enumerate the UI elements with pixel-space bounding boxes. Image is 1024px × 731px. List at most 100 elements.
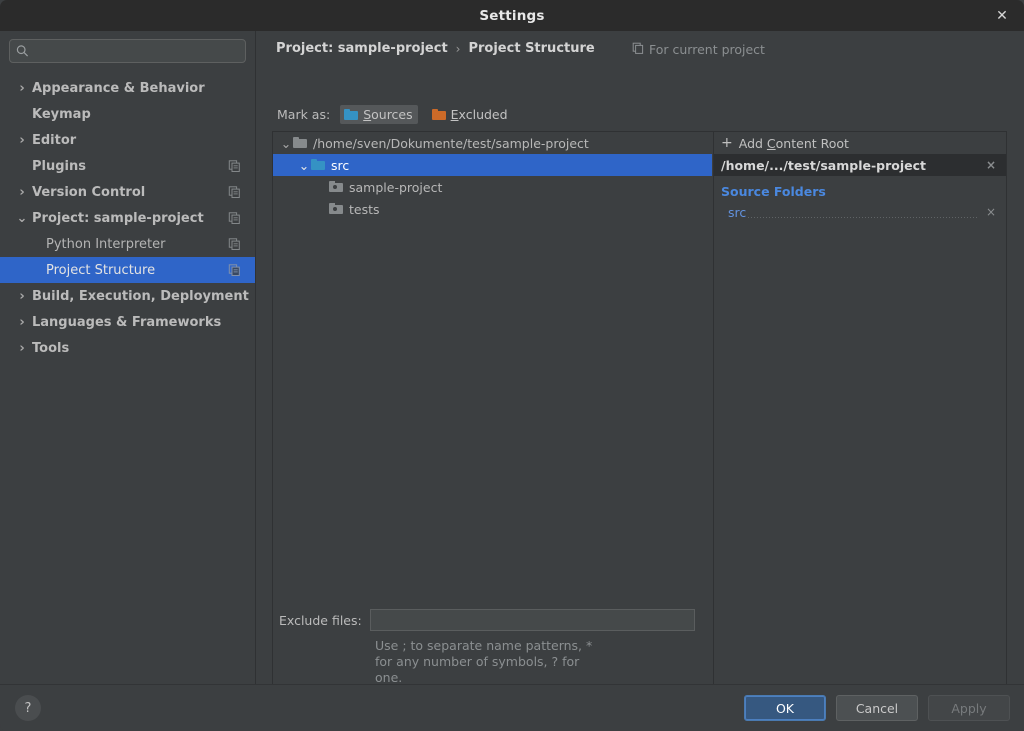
- remove-content-root-icon[interactable]: ×: [985, 159, 997, 171]
- content-root-path: /home/.../test/sample-project: [721, 158, 926, 173]
- mark-as-excluded-label: Excluded: [451, 107, 508, 122]
- sidebar-item-editor[interactable]: › Editor: [0, 127, 255, 153]
- title-bar: Settings ✕: [0, 0, 1024, 31]
- close-icon[interactable]: ✕: [993, 7, 1011, 25]
- apply-button[interactable]: Apply: [928, 695, 1010, 721]
- sidebar-item-appearance-behavior[interactable]: › Appearance & Behavior: [0, 75, 255, 101]
- sidebar-item-label: Project: sample-project: [32, 211, 204, 226]
- sidebar-item-label: Build, Execution, Deployment: [32, 289, 249, 304]
- sidebar-item-label: Languages & Frameworks: [32, 315, 221, 330]
- copy-icon[interactable]: [228, 160, 241, 173]
- chevron-down-icon[interactable]: ⌄: [279, 136, 293, 150]
- breadcrumb-separator: ›: [456, 42, 461, 56]
- exclude-files-input[interactable]: [370, 609, 695, 631]
- chevron-down-icon[interactable]: ⌄: [297, 158, 311, 172]
- folder-sources-icon: [344, 109, 358, 120]
- source-folders-title: Source Folders: [714, 184, 1006, 199]
- exclude-files-area: Exclude files: Use ; to separate name pa…: [273, 609, 712, 686]
- help-button[interactable]: ?: [15, 695, 41, 721]
- cancel-button[interactable]: Cancel: [836, 695, 918, 721]
- breadcrumb-project[interactable]: Project: sample-project: [276, 41, 448, 56]
- breadcrumb: Project: sample-project › Project Struct…: [276, 41, 595, 56]
- chevron-right-icon[interactable]: ›: [16, 342, 28, 354]
- project-structure-panel: ⌄/home/sven/Dokumente/test/sample-projec…: [272, 131, 1007, 697]
- tree-row[interactable]: sample-project: [273, 176, 712, 198]
- add-content-root-button[interactable]: + Add Content Root: [714, 132, 1006, 154]
- exclude-files-hint: Use ; to separate name patterns, * for a…: [273, 638, 603, 686]
- chevron-down-icon[interactable]: ⌄: [16, 212, 28, 224]
- mark-as-excluded-button[interactable]: Excluded: [428, 105, 513, 124]
- mark-as-label: Mark as:: [277, 107, 330, 122]
- sidebar-item-project-sample-project[interactable]: ⌄ Project: sample-project: [0, 205, 255, 231]
- sidebar-item-label: Appearance & Behavior: [32, 81, 205, 96]
- tree-row[interactable]: ⌄ src: [273, 154, 712, 176]
- settings-nav: › Appearance & Behavior Keymap › Editor Plugi…: [0, 75, 255, 361]
- source-folder-list: src ×: [714, 201, 1006, 223]
- sidebar-item-label: Tools: [32, 341, 69, 356]
- mark-as-row: Mark as: Sources Excluded: [277, 105, 513, 124]
- content-roots-column: + Add Content Root /home/.../test/sample…: [713, 132, 1006, 696]
- settings-dialog: Settings ✕ ›Appearance & BehaviorKeymap›…: [0, 0, 1024, 731]
- tree-row-label: tests: [349, 202, 380, 217]
- folder-gray-icon: [293, 136, 307, 151]
- mark-as-sources-label: Sources: [363, 107, 412, 122]
- for-current-project[interactable]: For current project: [632, 42, 765, 57]
- remove-source-folder-icon[interactable]: ×: [985, 206, 997, 218]
- plus-icon: +: [721, 136, 733, 150]
- tree-spacer: [315, 202, 329, 216]
- sidebar-item-version-control[interactable]: › Version Control: [0, 179, 255, 205]
- ok-button[interactable]: OK: [744, 695, 826, 721]
- breadcrumb-page: Project Structure: [468, 41, 594, 56]
- tree-row-label: sample-project: [349, 180, 442, 195]
- search-icon: [16, 45, 29, 58]
- tree-row-label: /home/sven/Dokumente/test/sample-project: [313, 136, 589, 151]
- dialog-footer: ? OK Cancel Apply: [0, 684, 1024, 731]
- copy-icon: [632, 42, 644, 57]
- for-current-project-label: For current project: [649, 42, 765, 57]
- sidebar-item-tools[interactable]: › Tools: [0, 335, 255, 361]
- chevron-right-icon[interactable]: ›: [16, 186, 28, 198]
- chevron-right-icon[interactable]: ›: [16, 316, 28, 328]
- tree-row[interactable]: tests: [273, 198, 712, 220]
- sidebar-item-label: Project Structure: [46, 263, 155, 278]
- search-input[interactable]: [34, 40, 239, 62]
- copy-icon[interactable]: [228, 264, 241, 277]
- sidebar-item-languages-frameworks[interactable]: › Languages & Frameworks: [0, 309, 255, 335]
- add-content-root-label: Add Content Root: [739, 136, 849, 151]
- settings-sidebar: › Appearance & Behavior Keymap › Editor Plugi…: [0, 31, 256, 684]
- folder-teal-icon: [311, 158, 325, 173]
- mark-as-sources-button[interactable]: Sources: [340, 105, 417, 124]
- source-folder-name: src: [728, 205, 746, 220]
- sidebar-item-label: Version Control: [32, 185, 145, 200]
- search-container: [0, 31, 255, 63]
- sidebar-item-project-structure[interactable]: Project Structure: [0, 257, 255, 283]
- sidebar-item-label: Editor: [32, 133, 76, 148]
- chevron-right-icon[interactable]: ›: [16, 134, 28, 146]
- module-folder-icon: [329, 202, 343, 217]
- content-root-tree: ⌄/home/sven/Dokumente/test/sample-projec…: [273, 132, 712, 696]
- folder-excluded-icon: [432, 109, 446, 120]
- exclude-files-row: Exclude files:: [273, 609, 712, 631]
- exclude-files-label: Exclude files:: [279, 613, 362, 628]
- search-field[interactable]: [9, 39, 246, 63]
- module-folder-icon: [329, 180, 343, 195]
- tree-spacer: [315, 180, 329, 194]
- sidebar-item-build-execution-deployment[interactable]: › Build, Execution, Deployment: [0, 283, 255, 309]
- sidebar-item-plugins[interactable]: Plugins: [0, 153, 255, 179]
- sidebar-item-label: Plugins: [32, 159, 86, 174]
- tree-row[interactable]: ⌄ /home/sven/Dokumente/test/sample-projec…: [273, 132, 712, 154]
- tree-row-label: src: [331, 158, 349, 173]
- sidebar-item-label: Python Interpreter: [46, 237, 165, 252]
- copy-icon[interactable]: [228, 212, 241, 225]
- chevron-right-icon[interactable]: ›: [16, 290, 28, 302]
- sidebar-item-python-interpreter[interactable]: Python Interpreter: [0, 231, 255, 257]
- copy-icon[interactable]: [228, 238, 241, 251]
- window-title: Settings: [479, 8, 544, 24]
- chevron-right-icon[interactable]: ›: [16, 82, 28, 94]
- tree-list: ⌄/home/sven/Dokumente/test/sample-projec…: [273, 132, 712, 220]
- content-root-header[interactable]: /home/.../test/sample-project ×: [714, 154, 1006, 176]
- sidebar-item-keymap[interactable]: Keymap: [0, 101, 255, 127]
- dialog-buttons: OK Cancel Apply: [744, 695, 1010, 721]
- copy-icon[interactable]: [228, 186, 241, 199]
- source-folder-row[interactable]: src ×: [714, 201, 1006, 223]
